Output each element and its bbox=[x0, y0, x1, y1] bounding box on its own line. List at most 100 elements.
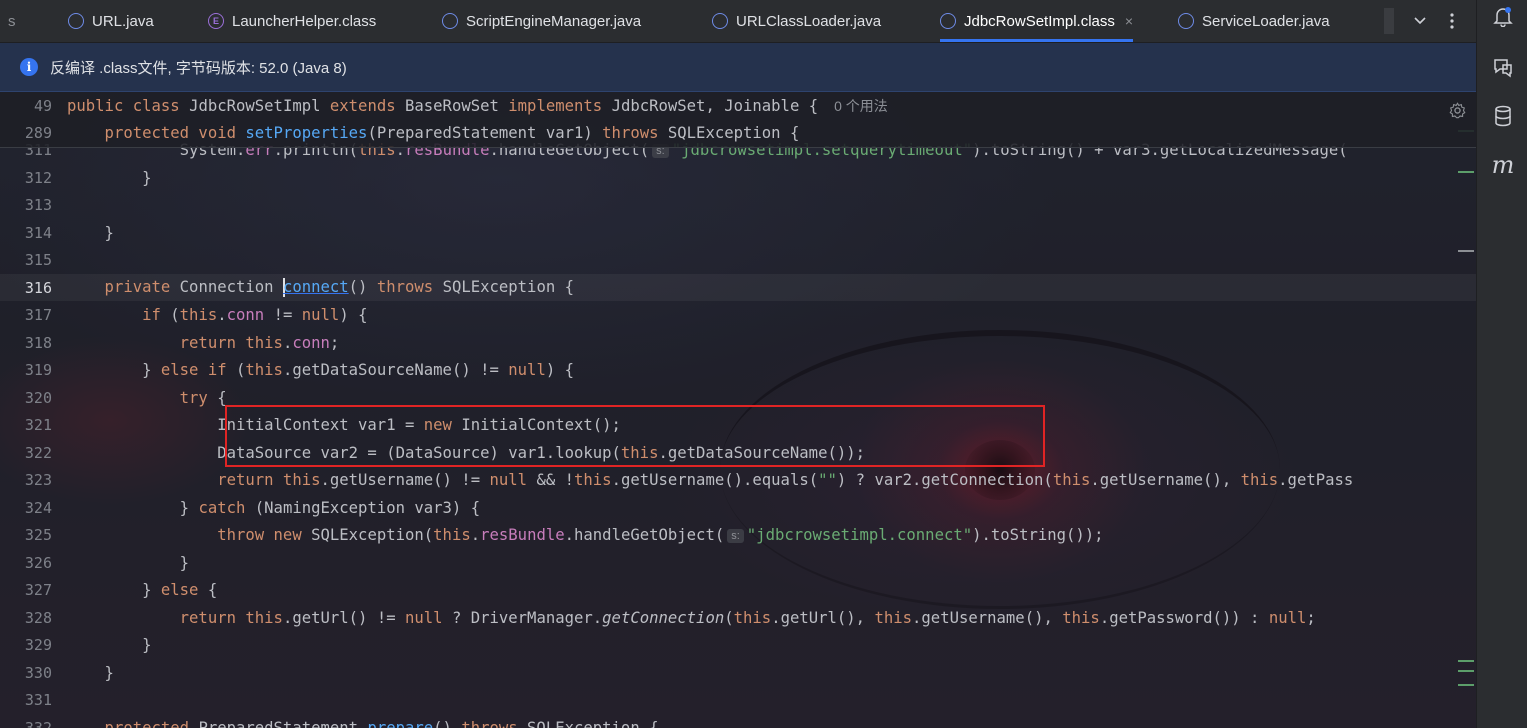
code-token: . bbox=[217, 306, 227, 324]
more-options-icon[interactable] bbox=[1440, 6, 1464, 36]
line-number: 321 bbox=[24, 416, 52, 434]
code-line[interactable]: 327 } else { bbox=[0, 577, 1476, 604]
code-text[interactable]: } else if (this.getDataSourceName() != n… bbox=[67, 361, 574, 379]
code-text[interactable]: protected PreparedStatement prepare() th… bbox=[67, 718, 659, 728]
code-line[interactable]: 323 return this.getUsername() != null &&… bbox=[0, 467, 1476, 494]
code-text[interactable]: } bbox=[67, 224, 114, 242]
tab-url-java[interactable]: URL.java bbox=[68, 0, 154, 42]
code-token: null bbox=[405, 608, 452, 627]
code-line[interactable]: 313 bbox=[0, 192, 1476, 219]
code-token: .handleGetObject( bbox=[564, 526, 725, 544]
editor-tab-bar: s URL.java E LauncherHelper.class ScriptEngi… bbox=[0, 0, 1476, 43]
code-token: public class bbox=[67, 96, 190, 115]
code-line[interactable]: 326 } bbox=[0, 549, 1476, 576]
tab-label: JdbcRowSetImpl.class bbox=[964, 12, 1115, 30]
sticky-scope-header[interactable]: 49 public class JdbcRowSetImpl extends Ba… bbox=[0, 92, 1476, 148]
tab-scriptenginemanager-java[interactable]: ScriptEngineManager.java bbox=[442, 0, 641, 42]
code-line[interactable]: 49 public class JdbcRowSetImpl extends Ba… bbox=[0, 92, 1476, 119]
tab-jdbcrowsetimpl-class[interactable]: JdbcRowSetImpl.class × bbox=[940, 0, 1134, 42]
code-line[interactable]: 328 return this.getUrl() != null ? Drive… bbox=[0, 604, 1476, 631]
code-line[interactable]: 312 } bbox=[0, 164, 1476, 191]
code-token: ) { bbox=[339, 306, 368, 324]
code-line[interactable]: 330 } bbox=[0, 659, 1476, 686]
code-text[interactable]: return this.conn; bbox=[67, 333, 340, 352]
code-token: prepare bbox=[367, 718, 434, 728]
code-text[interactable]: try { bbox=[67, 389, 227, 407]
code-token: .getUsername() != bbox=[320, 471, 490, 489]
tab-label: s bbox=[8, 12, 16, 30]
code-text[interactable]: return this.getUsername() != null && !th… bbox=[67, 471, 1353, 489]
scrollbar-thumb[interactable] bbox=[1458, 250, 1474, 252]
code-text[interactable]: } bbox=[67, 554, 189, 572]
line-number: 328 bbox=[24, 608, 52, 627]
code-text[interactable]: if (this.conn != null) { bbox=[67, 306, 367, 324]
code-token: return this bbox=[67, 608, 283, 627]
line-number: 289 bbox=[24, 124, 52, 142]
code-line[interactable]: 329 } bbox=[0, 632, 1476, 659]
line-number: 315 bbox=[24, 251, 52, 269]
code-text[interactable]: } bbox=[67, 169, 151, 187]
tab-label: ServiceLoader.java bbox=[1202, 12, 1330, 30]
code-token: ( bbox=[724, 608, 734, 627]
database-icon[interactable] bbox=[1489, 102, 1517, 130]
code-editor[interactable]: 311 System.err.println(this.resBundle.ha… bbox=[0, 92, 1476, 728]
line-number: 49 bbox=[33, 96, 52, 115]
class-icon bbox=[1178, 13, 1194, 29]
code-text[interactable]: } bbox=[67, 636, 152, 654]
code-token: conn bbox=[226, 306, 265, 324]
code-line[interactable]: 331 bbox=[0, 687, 1476, 714]
code-token: conn bbox=[292, 333, 330, 352]
code-text[interactable]: return this.getUrl() != null ? DriverMan… bbox=[67, 609, 1316, 627]
code-text[interactable]: } bbox=[67, 664, 114, 682]
code-token: "" bbox=[818, 471, 837, 489]
code-text[interactable]: } catch (NamingException var3) { bbox=[67, 499, 480, 517]
tab-s[interactable]: s bbox=[0, 0, 28, 42]
code-token: throw new bbox=[67, 526, 312, 544]
code-text[interactable]: public class JdbcRowSetImpl extends Base… bbox=[67, 96, 888, 116]
code-token: .getDataSourceName() != bbox=[282, 361, 509, 379]
code-line[interactable]: 318 return this.conn; bbox=[0, 329, 1476, 356]
tab-close-icon[interactable]: × bbox=[1125, 13, 1133, 29]
line-number: 326 bbox=[24, 553, 52, 572]
code-token: try bbox=[67, 388, 218, 407]
right-tool-window-bar: m bbox=[1476, 0, 1527, 728]
code-text[interactable]: throw new SQLException(this.resBundle.ha… bbox=[67, 526, 1103, 544]
code-line[interactable]: 324 } catch (NamingException var3) { bbox=[0, 494, 1476, 521]
ai-chat-icon[interactable] bbox=[1489, 53, 1517, 81]
code-token: .getUsername(), bbox=[1090, 471, 1241, 489]
code-line[interactable]: 319 } else if (this.getDataSourceName() … bbox=[0, 357, 1476, 384]
code-line[interactable]: 317 if (this.conn != null) { bbox=[0, 302, 1476, 329]
maven-icon[interactable]: m bbox=[1489, 151, 1517, 179]
code-token: ( bbox=[236, 361, 246, 379]
usage-count-hint[interactable]: 0 个用法 bbox=[834, 98, 888, 114]
code-line[interactable]: 316 private Connection connect() throws … bbox=[0, 274, 1476, 301]
tab-launcherhelper-class[interactable]: E LauncherHelper.class bbox=[208, 0, 376, 42]
decompiled-info-banner: i 反编译 .class文件, 字节码版本: 52.0 (Java 8) bbox=[0, 43, 1476, 92]
code-token: .getUsername().equals( bbox=[611, 471, 819, 489]
code-token: . bbox=[282, 333, 293, 352]
code-token: null bbox=[301, 306, 340, 324]
tab-label: ScriptEngineManager.java bbox=[466, 12, 642, 30]
tab-serviceloader-java[interactable]: ServiceLoader.java bbox=[1178, 0, 1330, 42]
code-line[interactable]: 325 throw new SQLException(this.resBundl… bbox=[0, 522, 1476, 549]
code-token: () bbox=[348, 278, 377, 296]
tab-list-chevron-down-icon[interactable] bbox=[1408, 6, 1432, 36]
code-token: . bbox=[470, 526, 481, 544]
line-number: 318 bbox=[24, 333, 52, 352]
code-text[interactable]: private Connection connect() throws SQLE… bbox=[67, 278, 574, 297]
editor-settings-gear-icon[interactable] bbox=[1448, 101, 1466, 119]
code-line[interactable]: 332 protected PreparedStatement prepare(… bbox=[0, 714, 1476, 728]
code-token: throws bbox=[602, 124, 668, 142]
code-token: } bbox=[67, 663, 114, 682]
enum-icon: E bbox=[208, 13, 224, 29]
tab-urlclassloader-java[interactable]: URLClassLoader.java bbox=[712, 0, 881, 42]
line-number: 319 bbox=[24, 361, 52, 379]
line-number: 325 bbox=[24, 526, 52, 544]
code-token: } bbox=[67, 636, 152, 654]
code-text[interactable]: } else { bbox=[67, 581, 217, 599]
notifications-icon[interactable] bbox=[1489, 2, 1517, 30]
code-line[interactable]: 314 } bbox=[0, 219, 1476, 246]
code-text[interactable]: protected void setProperties(PreparedSta… bbox=[67, 124, 800, 142]
code-line[interactable]: 289 protected void setProperties(Prepare… bbox=[0, 120, 1476, 147]
code-line[interactable]: 315 bbox=[0, 247, 1476, 274]
